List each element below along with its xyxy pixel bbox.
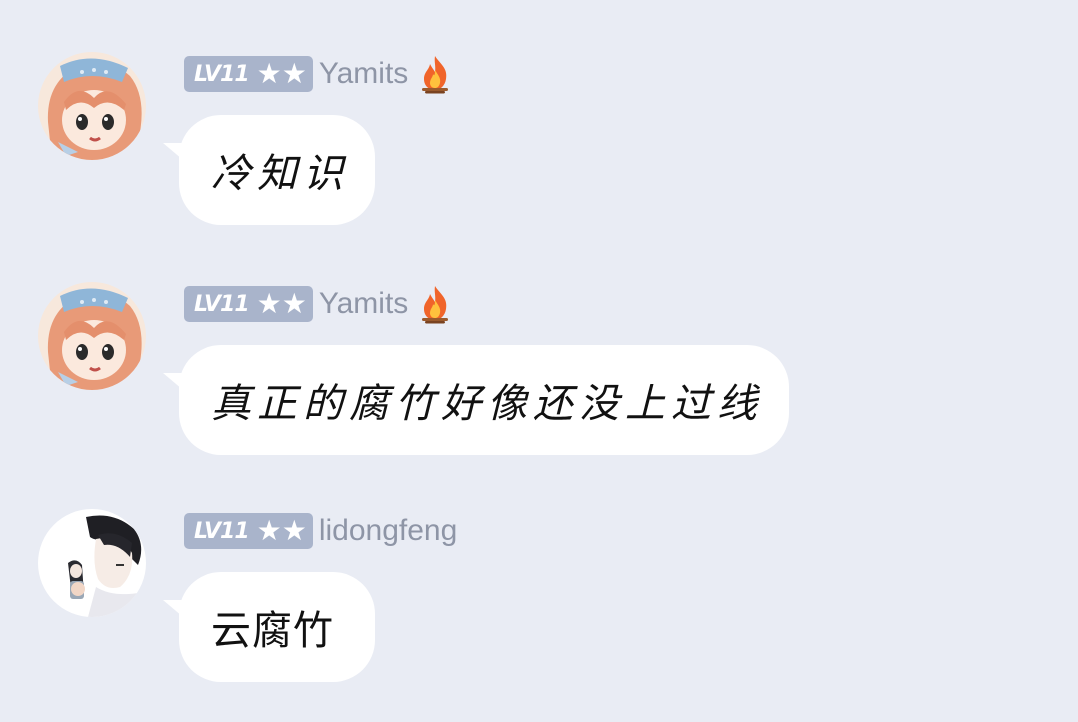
bubble-tail <box>163 143 189 165</box>
fire-icon <box>422 286 449 324</box>
avatar-image <box>38 52 146 160</box>
star-icon: ★★ <box>256 57 307 90</box>
level-badge: LV11 ★★ <box>184 56 313 92</box>
level-label: LV11 <box>194 61 250 87</box>
star-icon: ★★ <box>256 287 307 320</box>
avatar-image <box>38 509 146 617</box>
message-bubble[interactable]: 真正的腐竹好像还没上过线 <box>163 345 789 455</box>
level-badge: LV11 ★★ <box>184 286 313 322</box>
avatar[interactable] <box>38 282 146 390</box>
message-text: 冷知识 <box>211 151 349 197</box>
message-text: 真正的腐竹好像还没上过线 <box>211 381 763 427</box>
fire-icon <box>422 56 449 94</box>
message-bubble[interactable]: 冷知识 <box>163 115 375 225</box>
username[interactable]: Yamits <box>319 57 408 91</box>
avatar[interactable] <box>38 52 146 160</box>
user-meta: LV11 ★★ Yamits <box>184 54 452 94</box>
username[interactable]: Yamits <box>319 287 408 321</box>
level-label: LV11 <box>194 291 250 317</box>
user-meta: LV11 ★★ Yamits <box>184 284 452 324</box>
level-badge: LV11 ★★ <box>184 513 313 549</box>
avatar-image <box>38 282 146 390</box>
message-text: 云腐竹 <box>211 608 334 654</box>
level-label: LV11 <box>194 518 250 544</box>
username[interactable]: lidongfeng <box>319 514 457 548</box>
bubble-tail <box>163 373 189 395</box>
bubble-tail <box>163 600 189 622</box>
message-bubble[interactable]: 云腐竹 <box>163 572 375 682</box>
user-meta: LV11 ★★ lidongfeng <box>184 511 457 551</box>
avatar[interactable] <box>38 509 146 617</box>
star-icon: ★★ <box>256 514 307 547</box>
